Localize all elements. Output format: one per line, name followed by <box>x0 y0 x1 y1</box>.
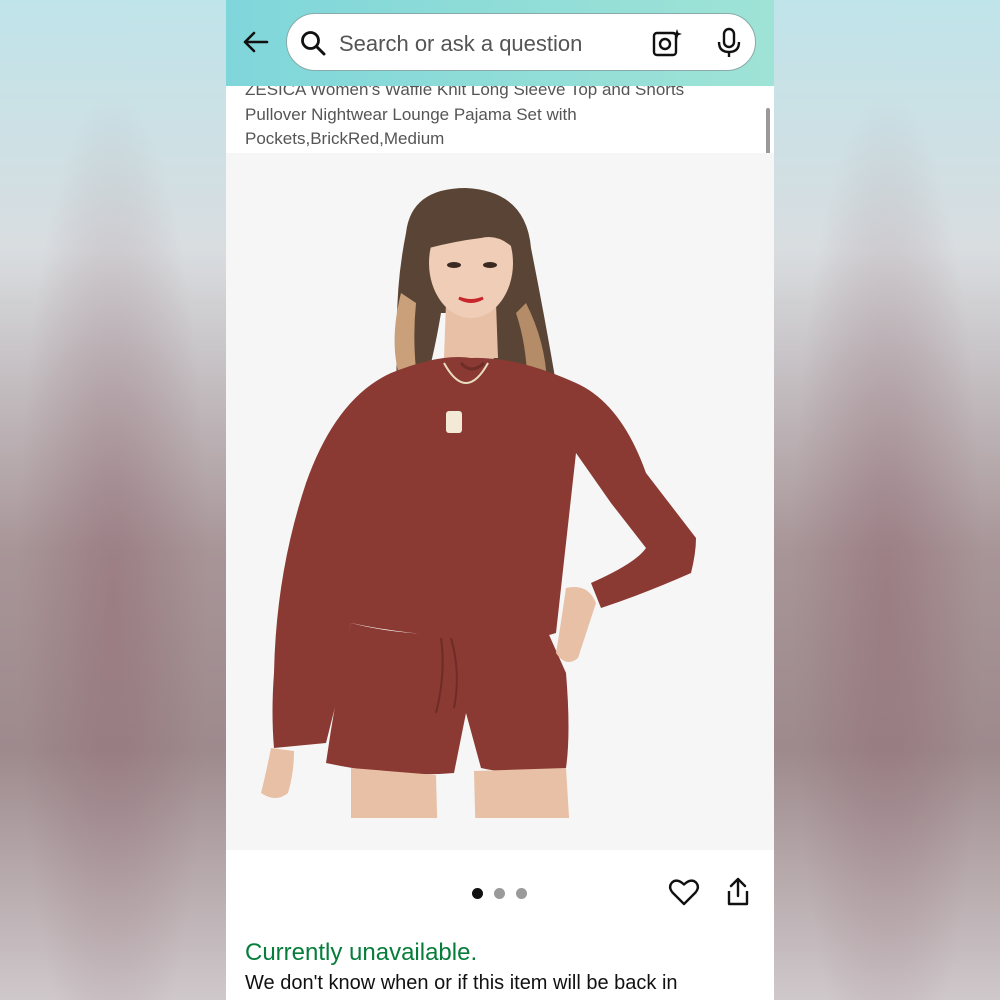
carousel-dot-active[interactable] <box>472 888 483 899</box>
heart-icon[interactable] <box>668 876 700 908</box>
availability-note: We don't know when or if this item will … <box>245 972 678 994</box>
carousel-dot[interactable] <box>494 888 505 899</box>
search-icon <box>301 31 326 56</box>
arrow-left-icon <box>243 31 269 53</box>
background-blur-right <box>774 0 1000 1000</box>
microphone-icon[interactable] <box>715 27 743 59</box>
search-input[interactable] <box>337 28 641 60</box>
search-bar[interactable] <box>286 13 756 71</box>
app-screen: ZESICA Women's Waffle Knit Long Sleeve T… <box>226 0 774 1000</box>
product-photo <box>226 188 774 850</box>
background-blur-left <box>0 0 226 1000</box>
top-bar <box>226 0 774 86</box>
product-image-carousel[interactable] <box>226 153 774 850</box>
back-button[interactable] <box>238 24 274 60</box>
share-icon[interactable] <box>724 876 752 908</box>
availability-status: Currently unavailable. <box>245 939 478 966</box>
carousel-indicator[interactable] <box>472 888 527 899</box>
product-actions-section: Currently unavailable. We don't know whe… <box>226 850 774 1000</box>
camera-lens-icon[interactable] <box>651 27 683 59</box>
carousel-dot[interactable] <box>516 888 527 899</box>
product-title: ZESICA Women's Waffle Knit Long Sleeve T… <box>245 80 685 148</box>
